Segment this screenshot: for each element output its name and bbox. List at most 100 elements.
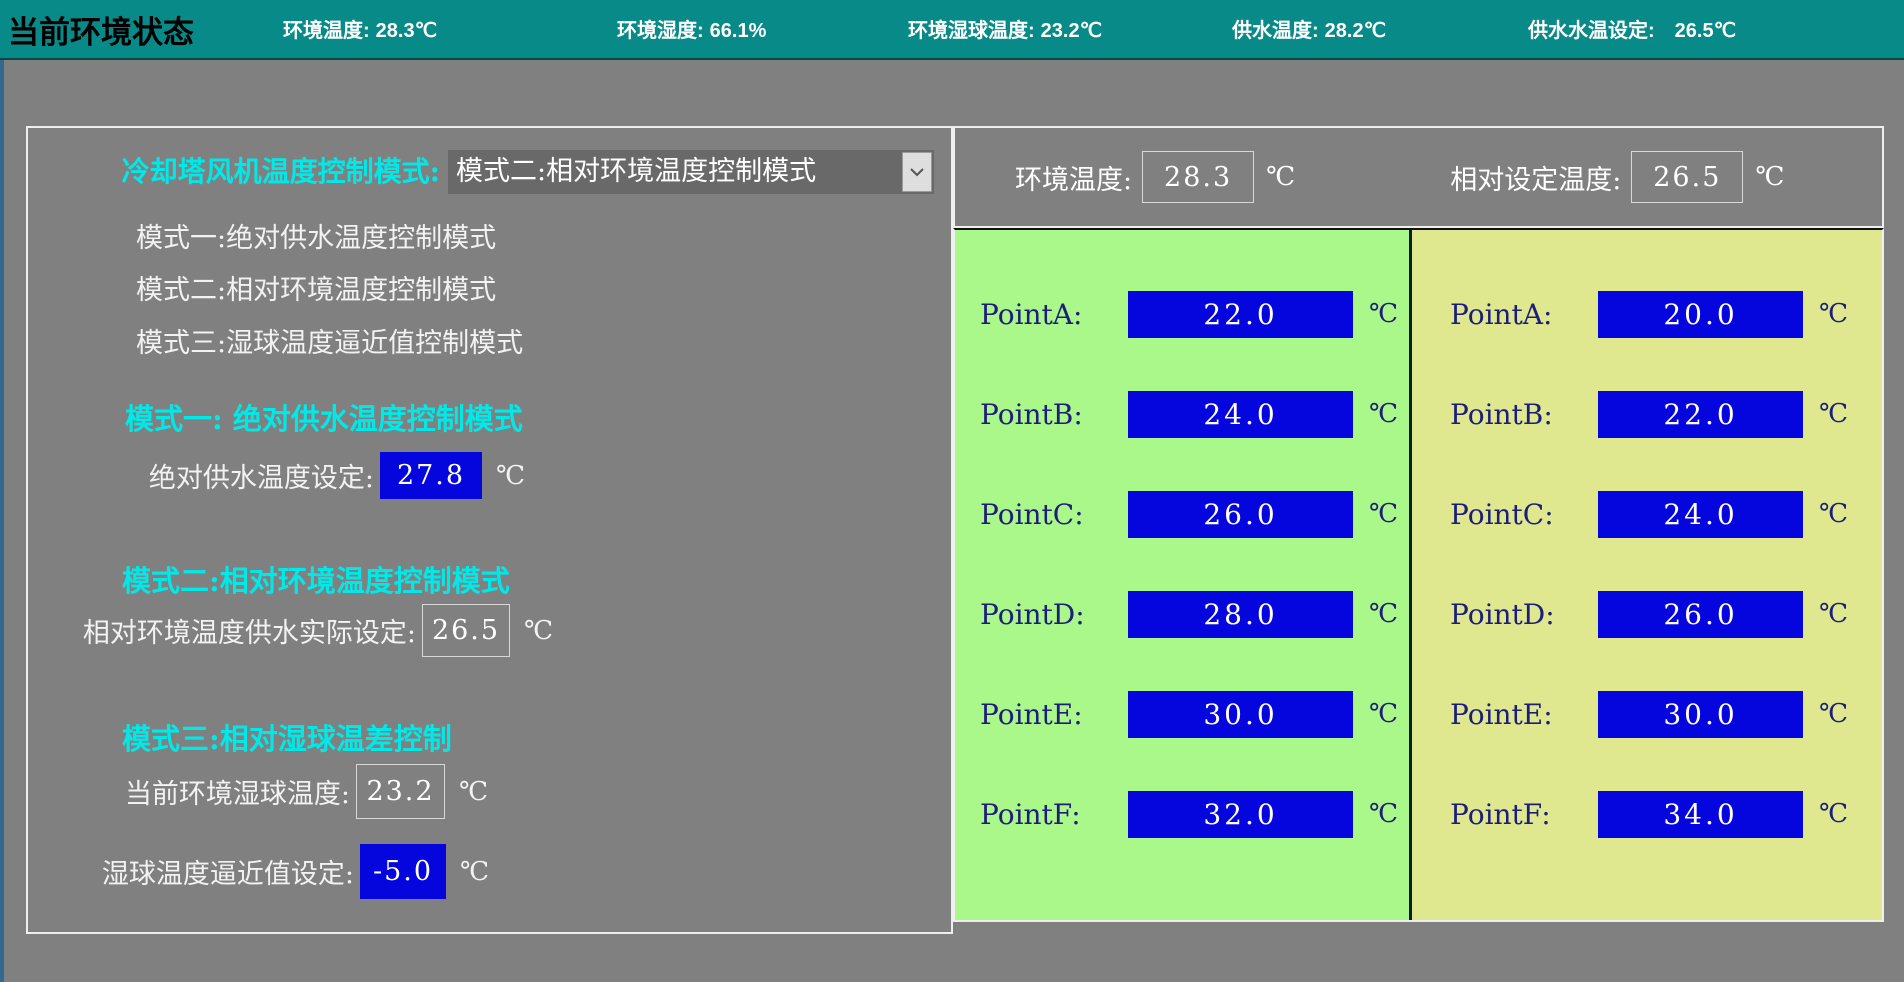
point-label: PointE: [980,698,1102,731]
unit-celsius: ℃ [1819,499,1848,529]
unit-celsius: ℃ [1369,599,1398,629]
wet-bulb-temp-display: 23.2 [356,764,445,819]
chevron-down-icon [909,168,925,177]
row-label: 当前环境湿球温度: [28,772,350,811]
control-mode-panel: 冷却塔风机温度控制模式: 模式二:相对环境温度控制模式 模式一:绝对供水温度控制… [26,126,953,934]
status-label: 供水水温设定: [1528,20,1655,42]
unit-celsius: ℃ [1819,399,1848,429]
unit-celsius: ℃ [496,461,525,491]
mode-option-1: 模式一:绝对供水温度控制模式 [136,219,496,259]
unit-celsius: ℃ [1369,499,1398,529]
status-env-temp: 环境温度:28.3℃ [283,14,437,43]
page-title: 当前环境状态 [8,7,194,52]
point-row: PointF: 32.0 ℃ [955,764,1409,864]
point-label: PointD: [1450,598,1572,631]
point-label: PointC: [1450,498,1572,531]
point-setpoint[interactable]: 28.0 [1128,591,1353,638]
point-label: PointB: [1450,398,1572,431]
point-row: PointF: 34.0 ℃ [1412,764,1882,864]
point-setpoint[interactable]: 22.0 [1598,391,1803,438]
section-mode2-heading: 模式二:相对环境温度控制模式 [122,558,510,600]
point-row: PointE: 30.0 ℃ [955,664,1409,764]
point-label: PointB: [980,398,1102,431]
point-row: PointA: 20.0 ℃ [1412,264,1882,364]
point-label: PointA: [1450,298,1572,331]
point-setpoint[interactable]: 30.0 [1128,691,1353,738]
status-label: 供水温度: [1232,20,1319,42]
unit-celsius: ℃ [1266,162,1295,192]
point-setpoint[interactable]: 26.0 [1598,591,1803,638]
unit-celsius: ℃ [1819,699,1848,729]
point-setpoint[interactable]: 24.0 [1128,391,1353,438]
status-supply-water-temp: 供水温度:28.2℃ [1232,14,1386,43]
relative-env-setpoint-row: 相对环境温度供水实际设定: 26.5 ℃ [28,604,553,657]
row-label: 相对环境温度供水实际设定: [28,611,416,650]
green-point-table: PointA: 22.0 ℃ PointB: 24.0 ℃ PointC: 26… [955,230,1412,920]
relative-set-temp-display: 26.5 [1631,151,1743,203]
status-label: 环境湿度: [617,20,704,42]
unit-celsius: ℃ [1369,399,1398,429]
absolute-supply-setpoint-row: 绝对供水温度设定: 27.8 ℃ [28,452,525,499]
unit-celsius: ℃ [459,777,488,807]
unit-celsius: ℃ [1369,799,1398,829]
unit-celsius: ℃ [1819,799,1848,829]
point-setpoint[interactable]: 34.0 [1598,791,1803,838]
row-label: 绝对供水温度设定: [28,456,374,495]
status-wet-bulb-temp: 环境湿球温度: 23.2℃ [908,14,1102,43]
unit-celsius: ℃ [460,857,489,887]
point-label: PointA: [980,298,1102,331]
status-value: 23.2℃ [1041,20,1102,42]
hmi-screen: 当前环境状态 环境温度:28.3℃ 环境湿度:66.1% 环境湿球温度:23.2… [0,0,1904,982]
point-label: PointF: [1450,798,1572,831]
unit-celsius: ℃ [1369,299,1398,329]
unit-celsius: ℃ [524,616,553,646]
status-label: 环境湿球温度: [908,20,1035,42]
mode-select-label: 冷却塔风机温度控制模式: [28,150,440,194]
mode-option-2: 模式二:相对环境温度控制模式 [136,271,496,311]
point-row: PointC: 26.0 ℃ [955,464,1409,564]
section-mode1-heading: 模式一: 绝对供水温度控制模式 [125,396,523,438]
status-value: 26.5℃ [1675,20,1736,42]
point-label: PointF: [980,798,1102,831]
status-value: 66.1% [710,20,767,42]
point-label: PointD: [980,598,1102,631]
current-wet-bulb-row: 当前环境湿球温度: 23.2 ℃ [28,764,488,819]
point-label: PointC: [980,498,1102,531]
wet-bulb-approach-row: 湿球温度逼近值设定: -5.0 ℃ [28,844,489,899]
mode-option-3: 模式三:湿球温度逼近值控制模式 [136,324,523,364]
point-setpoint[interactable]: 20.0 [1598,291,1803,338]
relative-set-temp-group: 相对设定温度: 26.5 ℃ [1450,151,1784,203]
status-env-humidity: 环境湿度: 66.1% [617,14,766,43]
point-row: PointD: 28.0 ℃ [955,564,1409,664]
mode-select-value: 模式二:相对环境温度控制模式 [456,156,816,187]
status-supply-water-setpoint: 供水水温设定: 26.5℃ [1528,14,1736,43]
unit-celsius: ℃ [1819,299,1848,329]
point-row: PointB: 22.0 ℃ [1412,364,1882,464]
unit-celsius: ℃ [1369,699,1398,729]
row-label: 湿球温度逼近值设定: [28,852,354,891]
env-temp-display: 28.3 [1142,151,1254,203]
point-setpoint[interactable]: 30.0 [1598,691,1803,738]
point-setpoint[interactable]: 26.0 [1128,491,1353,538]
env-temp-group: 环境温度: 28.3 ℃ [1015,151,1295,203]
point-row: PointC: 24.0 ℃ [1412,464,1882,564]
right-header-panel: 环境温度: 28.3 ℃ 相对设定温度: 26.5 ℃ [953,126,1884,228]
point-row: PointD: 26.0 ℃ [1412,564,1882,664]
point-tables: PointA: 22.0 ℃ PointB: 24.0 ℃ PointC: 26… [953,228,1884,922]
point-setpoint[interactable]: 22.0 [1128,291,1353,338]
point-setpoint[interactable]: 32.0 [1128,791,1353,838]
mode-select-dropdown[interactable]: 模式二:相对环境温度控制模式 [448,150,934,194]
point-label: PointE: [1450,698,1572,731]
point-row: PointE: 30.0 ℃ [1412,664,1882,764]
absolute-supply-temp-setpoint[interactable]: 27.8 [380,452,482,499]
env-temp-label: 环境温度: [1015,158,1132,197]
yellow-point-table: PointA: 20.0 ℃ PointB: 22.0 ℃ PointC: 24… [1412,230,1882,920]
relative-env-actual-setpoint-display: 26.5 [422,604,510,657]
relative-set-temp-label: 相对设定温度: [1450,158,1621,197]
point-row: PointB: 24.0 ℃ [955,364,1409,464]
status-label: 环境温度: [283,20,370,42]
point-setpoint[interactable]: 24.0 [1598,491,1803,538]
point-row: PointA: 22.0 ℃ [955,264,1409,364]
dropdown-arrow-button[interactable] [902,152,932,192]
wet-bulb-approach-setpoint[interactable]: -5.0 [360,844,446,899]
